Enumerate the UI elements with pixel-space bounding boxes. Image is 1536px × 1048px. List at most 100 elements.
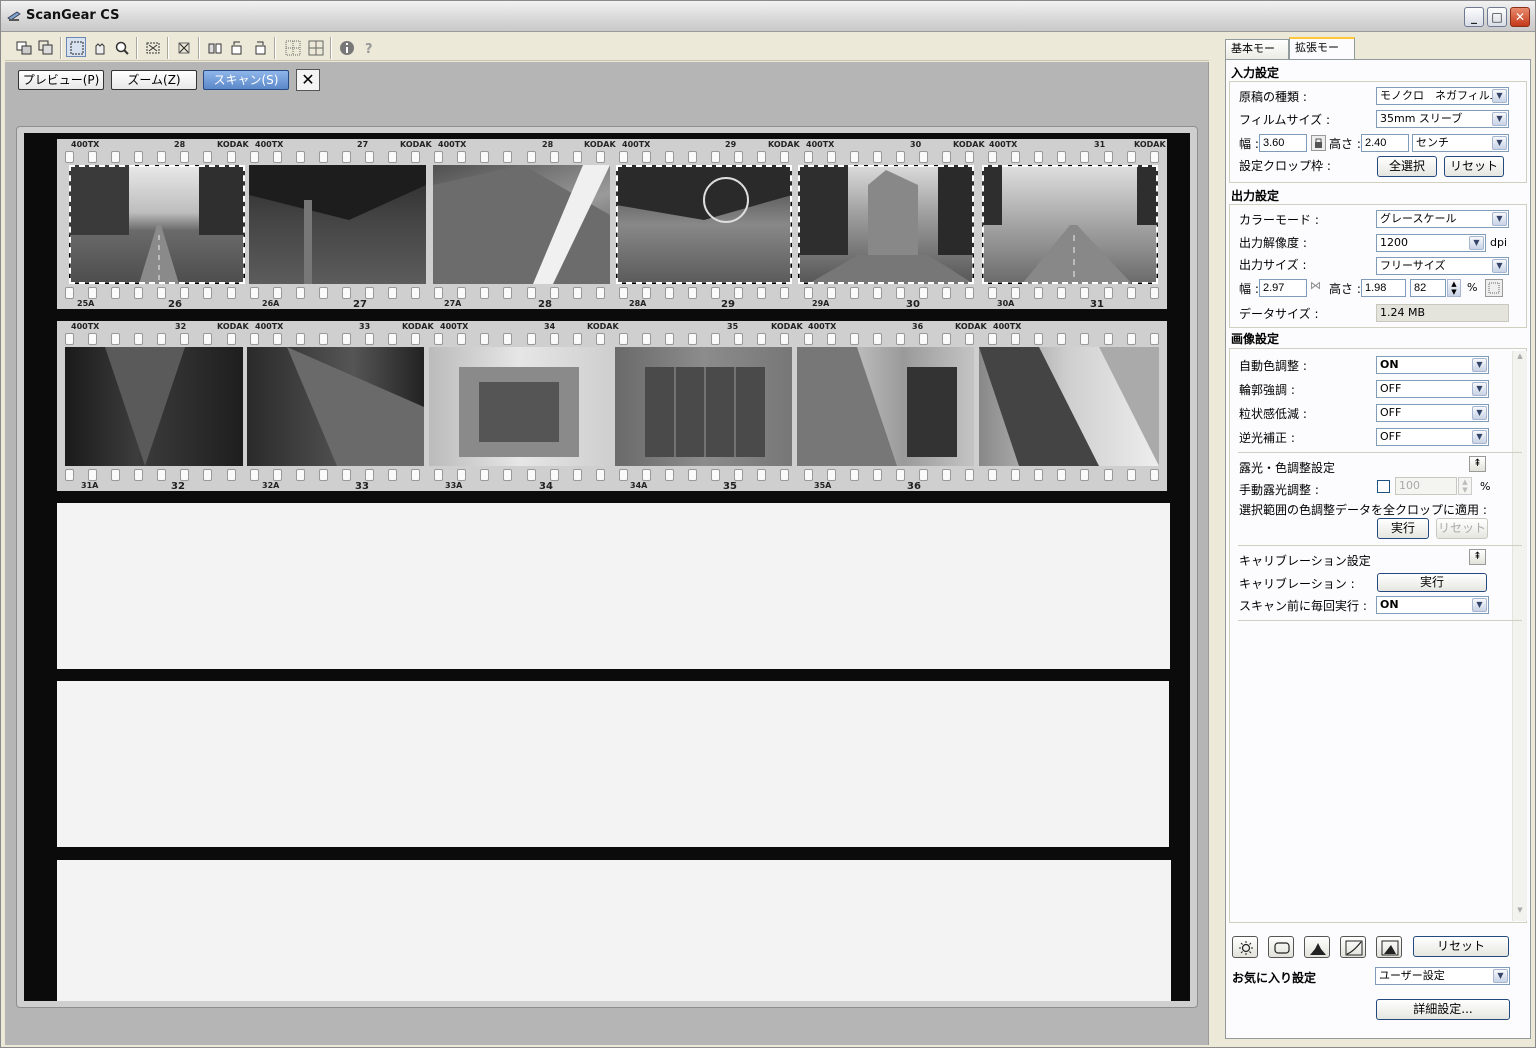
scan-button[interactable]: スキャン(S) — [203, 70, 289, 90]
edge-label: 32 — [175, 322, 187, 331]
preferences-button[interactable]: 詳細設定... — [1376, 999, 1510, 1020]
multi-crop-button[interactable] — [282, 37, 302, 57]
zoom-button[interactable]: ズーム(Z) — [111, 70, 197, 90]
apply-reset-button[interactable]: リセット — [1436, 518, 1488, 539]
auto-color-select[interactable]: ON ▼ — [1376, 356, 1489, 374]
backlight-select[interactable]: OFF ▼ — [1376, 428, 1489, 446]
remove-crop-button[interactable] — [173, 37, 193, 57]
manual-exposure-field[interactable]: 100 — [1395, 477, 1457, 495]
crosswalk-image — [982, 165, 1158, 284]
zoom-tool-button[interactable] — [111, 37, 131, 57]
film-frame-33[interactable] — [247, 347, 424, 466]
edge-label: 33 — [355, 481, 369, 492]
sharpen-select[interactable]: OFF ▼ — [1376, 380, 1489, 398]
whole-image-button[interactable] — [35, 37, 55, 57]
film-frame-26[interactable] — [69, 165, 245, 284]
apply-run-button[interactable]: 実行 — [1377, 518, 1429, 539]
histogram-button[interactable] — [1304, 936, 1330, 958]
edge-label: KODAK — [217, 322, 249, 331]
film-frame-30[interactable] — [798, 165, 974, 284]
input-width-label: 幅 : — [1239, 137, 1259, 151]
rotate-left-button[interactable] — [226, 37, 246, 57]
edge-label: 26 — [168, 299, 182, 310]
auto-color-value: ON — [1380, 358, 1399, 371]
film-frame-34[interactable] — [429, 347, 610, 466]
film-frame-36[interactable] — [797, 347, 974, 466]
calibration-each-select[interactable]: ON ▼ — [1376, 596, 1489, 614]
mirror-icon — [208, 43, 222, 54]
calibration-collapse-button[interactable]: ⇞ — [1469, 549, 1486, 565]
chevron-down-icon: ▼ — [1492, 112, 1507, 126]
calibration-each-label: スキャン前に毎回実行 : — [1239, 599, 1367, 613]
close-x-icon: ✕ — [301, 70, 315, 89]
film-frame-28[interactable] — [433, 165, 610, 284]
favorites-select[interactable]: ユーザー設定 ▼ — [1375, 967, 1510, 985]
edge-label: 31 — [1094, 140, 1106, 149]
select-all-button[interactable]: 全選択 — [1377, 156, 1437, 177]
scanned-image[interactable]: 400TX 28 KODAK 400TX 27 KODAK 400TX 28 K… — [24, 133, 1190, 1001]
swap-orientation-button[interactable] — [1485, 279, 1503, 297]
info-button[interactable] — [336, 37, 356, 57]
input-width-field[interactable] — [1259, 134, 1307, 152]
calibration-run-button[interactable]: 実行 — [1377, 573, 1487, 592]
film-frame-31[interactable] — [982, 165, 1158, 284]
thumbnail-view-button[interactable] — [13, 37, 33, 57]
edge-label: 400TX — [806, 140, 835, 149]
film-frame-37[interactable] — [979, 347, 1159, 466]
tone-curve-button[interactable] — [1340, 936, 1366, 958]
film-frame-27[interactable] — [249, 165, 426, 284]
edge-label: 29A — [812, 299, 830, 308]
move-tool-button[interactable] — [89, 37, 109, 57]
doc-type-select[interactable]: モノクロ ネガフィルム ▼ — [1376, 87, 1509, 105]
film-frame-32[interactable] — [65, 347, 243, 466]
image-settings-scrollbar[interactable]: ▲ ▼ — [1512, 351, 1527, 921]
help-button[interactable]: ? — [358, 37, 378, 57]
preview-button[interactable]: プレビュー(P) — [18, 70, 104, 90]
output-width-field[interactable] — [1259, 279, 1307, 297]
rotate-right-icon — [255, 41, 266, 55]
manual-exposure-checkbox[interactable] — [1377, 480, 1390, 493]
film-frame-29[interactable] — [616, 165, 792, 284]
tone-curve-icon — [1345, 940, 1363, 956]
clear-button[interactable]: ✕ — [296, 69, 320, 91]
edge-label: 31 — [1090, 299, 1104, 310]
crop-reset-button[interactable]: リセット — [1444, 156, 1504, 177]
crop-icon — [70, 41, 84, 55]
color-mode-select[interactable]: グレースケール ▼ — [1376, 210, 1509, 228]
exposure-spinner[interactable]: ▲ ▼ — [1458, 477, 1472, 495]
unit-select[interactable]: センチ ▼ — [1412, 134, 1509, 152]
film-frame-35[interactable] — [615, 347, 792, 466]
scale-field[interactable] — [1410, 279, 1446, 297]
brightness-button[interactable] — [1232, 936, 1258, 958]
aspect-lock-button[interactable] — [1311, 135, 1326, 151]
image-settings-title: 画像設定 — [1231, 332, 1280, 346]
grain-select[interactable]: OFF ▼ — [1376, 404, 1489, 422]
resolution-select[interactable]: 1200 ▼ — [1376, 234, 1486, 252]
sharpen-value: OFF — [1380, 382, 1402, 395]
close-window-button[interactable]: ✕ — [1510, 7, 1530, 27]
threshold-button[interactable] — [1376, 936, 1402, 958]
collapse-icon: ⇞ — [1473, 551, 1482, 562]
color-balance-button[interactable] — [1268, 936, 1294, 958]
auto-crop-button[interactable] — [142, 37, 162, 57]
interior-image — [797, 347, 957, 466]
image-reset-button[interactable]: リセット — [1413, 936, 1509, 957]
film-size-select[interactable]: 35mm スリーブ ▼ — [1376, 110, 1509, 128]
crop-tool-button[interactable] — [66, 37, 86, 57]
rotate-right-button[interactable] — [249, 37, 269, 57]
tab-basic-mode[interactable]: 基本モード — [1225, 39, 1289, 73]
chevron-down-icon: ▼ — [1469, 236, 1484, 250]
input-height-field[interactable] — [1361, 134, 1409, 152]
exposure-collapse-button[interactable]: ⇞ — [1469, 456, 1486, 472]
grid-button[interactable] — [305, 37, 325, 57]
tab-advanced-mode[interactable]: 拡張モード — [1289, 37, 1355, 72]
output-height-field[interactable] — [1361, 279, 1406, 297]
scale-spinner[interactable]: ▲ ▼ — [1447, 279, 1461, 297]
grid-icon — [308, 40, 324, 56]
maximize-button[interactable]: □ — [1487, 7, 1507, 27]
edge-label: KODAK — [400, 140, 432, 149]
output-size-select[interactable]: フリーサイズ ▼ — [1376, 257, 1509, 275]
mirror-button[interactable] — [204, 37, 224, 57]
edge-label: 400TX — [440, 322, 469, 331]
minimize-button[interactable]: _ — [1464, 7, 1484, 27]
